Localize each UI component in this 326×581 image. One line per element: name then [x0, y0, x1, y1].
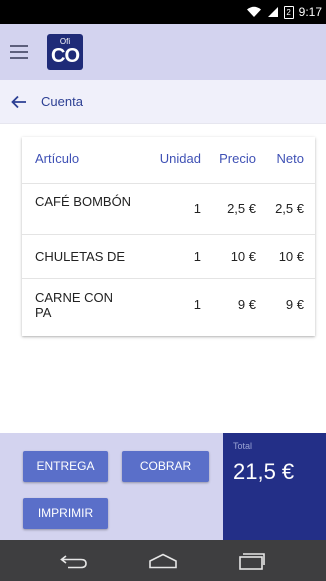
table-header: Artículo Unidad Precio Neto — [22, 137, 315, 183]
row-neto: 9 € — [285, 297, 304, 312]
menu-icon[interactable] — [10, 45, 28, 59]
screen: 2 9:17 Ofi CO Cuenta Artículo Unidad Pre… — [0, 0, 326, 581]
imprimir-button[interactable]: IMPRIMIR — [23, 498, 108, 529]
sub-header: Cuenta — [0, 80, 326, 124]
app-logo: Ofi CO — [47, 34, 83, 70]
row-articulo: CHULETAS DE — [35, 249, 126, 264]
nav-back-icon[interactable] — [60, 553, 88, 569]
status-bar: 2 9:17 — [0, 0, 326, 24]
entrega-button[interactable]: ENTREGA — [23, 451, 108, 482]
table-row[interactable]: CHULETAS DE 1 10 € 10 € — [22, 234, 315, 278]
order-table: Artículo Unidad Precio Neto CAFÉ BOMBÓN … — [22, 137, 315, 336]
table-row[interactable]: CARNE CON PA 1 9 € 9 € — [22, 278, 315, 336]
row-unidad: 1 — [193, 201, 201, 216]
back-arrow-icon[interactable] — [11, 95, 27, 109]
wifi-icon — [246, 6, 261, 17]
page-title: Cuenta — [41, 94, 83, 109]
row-articulo: CAFÉ BOMBÓN — [35, 194, 132, 209]
row-articulo: CARNE CON PA — [35, 290, 114, 320]
row-unidad: 1 — [193, 249, 201, 264]
row-neto: 10 € — [278, 249, 304, 264]
total-label: Total — [233, 441, 253, 451]
action-area: ENTREGA COBRAR IMPRIMIR Total 21,5 € — [0, 433, 326, 540]
cobrar-button[interactable]: COBRAR — [122, 451, 209, 482]
signal-icon — [267, 7, 278, 17]
clock: 9:17 — [298, 5, 322, 19]
row-precio: 10 € — [230, 249, 256, 264]
header-articulo: Artículo — [35, 151, 80, 166]
header-neto: Neto — [276, 151, 304, 166]
row-precio: 9 € — [237, 297, 256, 312]
table-row[interactable]: CAFÉ BOMBÓN 1 2,5 € 2,5 € — [22, 183, 315, 234]
app-bar: Ofi CO — [0, 24, 326, 80]
header-precio: Precio — [219, 151, 256, 166]
nav-recents-icon[interactable] — [238, 552, 266, 570]
system-nav-bar — [0, 540, 326, 581]
battery-level: 2 — [286, 7, 291, 17]
total-panel: Total 21,5 € — [223, 433, 326, 540]
battery-icon: 2 — [283, 5, 294, 19]
row-precio: 2,5 € — [227, 201, 256, 216]
total-value: 21,5 € — [233, 459, 295, 484]
row-neto: 2,5 € — [275, 201, 304, 216]
nav-home-icon[interactable] — [148, 553, 178, 569]
header-unidad: Unidad — [159, 151, 201, 166]
row-unidad: 1 — [193, 297, 201, 312]
logo-main-text: CO — [51, 45, 80, 67]
